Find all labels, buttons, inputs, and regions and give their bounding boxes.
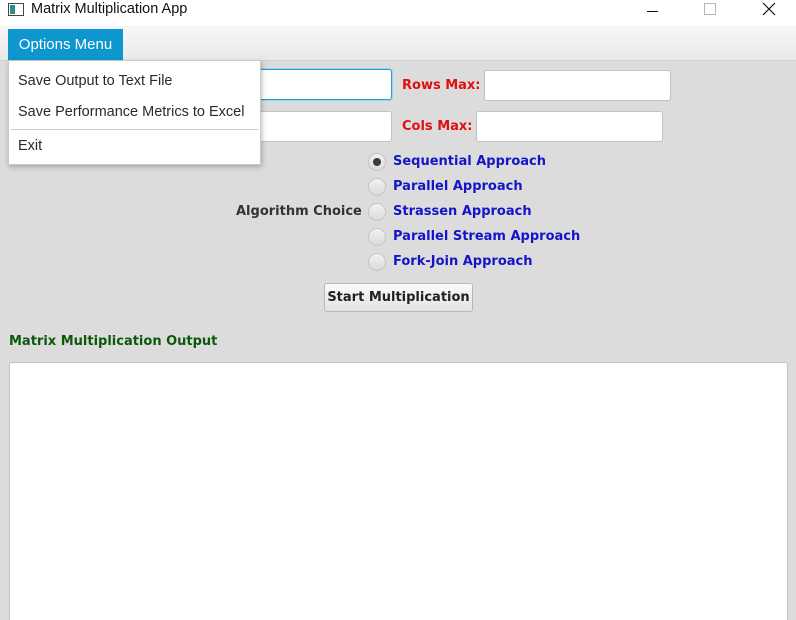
minimize-icon[interactable] [630, 0, 676, 24]
title-bar: Matrix Multiplication App [0, 0, 796, 26]
app-window-icon [8, 3, 24, 16]
output-text-area[interactable] [9, 362, 788, 620]
radio-parallel[interactable] [368, 178, 386, 196]
radio-label-parallel-stream[interactable]: Parallel Stream Approach [393, 229, 580, 244]
radio-strassen[interactable] [368, 203, 386, 221]
close-icon[interactable] [744, 0, 790, 24]
radio-sequential[interactable] [368, 153, 386, 171]
rows-max-input[interactable] [484, 70, 671, 101]
cols-max-label: Cols Max: [402, 119, 473, 134]
maximize-icon[interactable] [686, 0, 732, 24]
menu-item-exit[interactable]: Exit [9, 132, 260, 160]
menu-separator [11, 129, 258, 130]
radio-parallel-stream[interactable] [368, 228, 386, 246]
start-multiplication-button[interactable]: Start Multiplication [324, 283, 473, 312]
options-dropdown-menu: Save Output to Text File Save Performanc… [8, 60, 261, 165]
options-menu-button[interactable]: Options Menu [8, 29, 123, 60]
radio-label-sequential[interactable]: Sequential Approach [393, 154, 546, 169]
radio-label-strassen[interactable]: Strassen Approach [393, 204, 532, 219]
radio-label-fork-join[interactable]: Fork-Join Approach [393, 254, 533, 269]
rows-max-label: Rows Max: [402, 78, 481, 93]
algorithm-choice-label: Algorithm Choice [236, 204, 362, 219]
output-label: Matrix Multiplication Output [9, 334, 218, 349]
menu-item-save-metrics[interactable]: Save Performance Metrics to Excel [9, 98, 260, 126]
radio-fork-join[interactable] [368, 253, 386, 271]
radio-label-parallel[interactable]: Parallel Approach [393, 179, 523, 194]
menu-bar: Options Menu [0, 26, 796, 61]
cols-min-input[interactable] [255, 111, 392, 142]
rows-min-input[interactable] [255, 69, 392, 100]
menu-item-save-output[interactable]: Save Output to Text File [9, 67, 260, 95]
cols-max-input[interactable] [476, 111, 663, 142]
window-title: Matrix Multiplication App [31, 1, 188, 17]
